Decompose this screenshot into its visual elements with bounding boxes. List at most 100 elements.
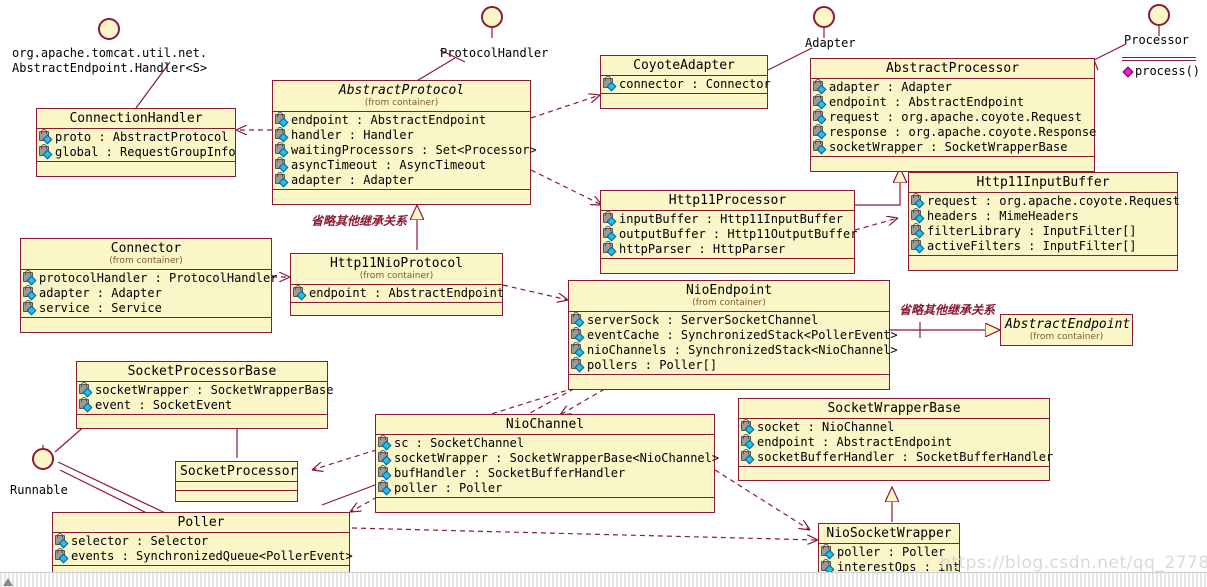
class-attributes: selector : Selector events : Synchronize… bbox=[53, 533, 353, 566]
class-attributes: endpoint : AbstractEndpoint bbox=[291, 285, 504, 303]
attribute-row: socket : NioChannel bbox=[741, 419, 1047, 435]
attribute-label: waitingProcessors : Set<Processor> bbox=[291, 143, 537, 157]
class-name: Http11NioProtocol bbox=[329, 256, 464, 271]
class-operations bbox=[601, 94, 767, 108]
class-operations bbox=[811, 157, 1094, 171]
interface-lollipop-runnable[interactable] bbox=[32, 448, 54, 470]
attribute-row: adapter : Adapter bbox=[275, 172, 528, 188]
class-box-connector[interactable]: Connector (from container) protocolHandl… bbox=[20, 238, 277, 333]
attribute-row: pollers : Poller[] bbox=[571, 357, 887, 373]
class-box-socket-processor-base[interactable]: SocketProcessorBase socketWrapper : Sock… bbox=[76, 361, 333, 429]
interface-label-adapter: Adapter bbox=[805, 36, 856, 50]
attribute-row: event : SocketEvent bbox=[79, 397, 325, 413]
bottom-scrollbar[interactable] bbox=[0, 572, 1207, 587]
private-attribute-icon bbox=[813, 94, 828, 110]
class-box-nio-socket-wrapper[interactable]: NioSocketWrapper poller : Poller interes… bbox=[818, 523, 960, 578]
private-attribute-icon bbox=[813, 109, 828, 125]
class-name: NioSocketWrapper bbox=[826, 526, 952, 541]
class-box-http11-input-buffer[interactable]: Http11InputBuffer request : org.apache.c… bbox=[908, 172, 1180, 271]
private-attribute-icon bbox=[911, 223, 926, 239]
attribute-row: endpoint : AbstractEndpoint bbox=[813, 94, 1092, 110]
attribute-label: endpoint : AbstractEndpoint bbox=[829, 95, 1025, 109]
class-attributes bbox=[176, 482, 297, 491]
attribute-row: serverSock : ServerSocketChannel bbox=[571, 312, 887, 328]
class-box-nio-channel[interactable]: NioChannel sc : SocketChannel socketWrap… bbox=[375, 414, 719, 513]
private-attribute-icon bbox=[603, 241, 618, 257]
private-attribute-icon bbox=[293, 285, 308, 301]
attribute-row: endpoint : AbstractEndpoint bbox=[293, 285, 504, 301]
interface-lollipop-handler[interactable] bbox=[98, 18, 120, 40]
private-attribute-icon bbox=[39, 144, 54, 160]
attribute-label: eventCache : SynchronizedStack<PollerEve… bbox=[587, 328, 898, 342]
attribute-label: poller : Poller bbox=[837, 545, 946, 559]
attribute-row: nioChannels : SynchronizedStack<NioChann… bbox=[571, 342, 898, 358]
attribute-row: waitingProcessors : Set<Processor> bbox=[275, 142, 537, 158]
class-box-nio-endpoint[interactable]: NioEndpoint (from container) serverSock … bbox=[568, 280, 898, 390]
attribute-row: headers : MimeHeaders bbox=[911, 208, 1175, 224]
class-header: Poller bbox=[53, 513, 349, 533]
class-box-poller[interactable]: Poller selector : Selector events : Sync… bbox=[52, 512, 353, 579]
class-box-coyote-adapter[interactable]: CoyoteAdapter connector : Connector bbox=[600, 55, 771, 109]
class-name: NioEndpoint bbox=[685, 283, 773, 298]
attribute-row: inputBuffer : Http11InputBuffer bbox=[603, 211, 852, 227]
scroll-down-arrow-icon[interactable] bbox=[3, 578, 13, 586]
attribute-label: nioChannels : SynchronizedStack<NioChann… bbox=[587, 343, 898, 357]
attribute-label: adapter : Adapter bbox=[39, 286, 162, 300]
class-name: AbstractProcessor bbox=[885, 61, 1020, 76]
attribute-label: inputBuffer : Http11InputBuffer bbox=[619, 212, 843, 226]
attribute-label: global : RequestGroupInfo bbox=[55, 145, 236, 159]
class-box-http11-nio-protocol[interactable]: Http11NioProtocol (from container) endpo… bbox=[290, 253, 504, 316]
attribute-row: sc : SocketChannel bbox=[378, 435, 712, 451]
class-box-abstract-endpoint[interactable]: AbstractEndpoint (from container) bbox=[1000, 314, 1133, 346]
class-header: AbstractProcessor bbox=[811, 59, 1094, 79]
interface-label-protocolhandler: ProtocolHandler bbox=[440, 46, 549, 60]
private-attribute-icon bbox=[275, 172, 290, 188]
class-box-abstract-protocol[interactable]: AbstractProtocol (from container) endpoi… bbox=[272, 80, 537, 205]
class-header: Connector (from container) bbox=[21, 239, 271, 270]
class-header: NioEndpoint (from container) bbox=[569, 281, 889, 312]
attribute-label: endpoint : AbstractEndpoint bbox=[757, 435, 953, 449]
attribute-label: adapter : Adapter bbox=[829, 80, 952, 94]
class-operations bbox=[569, 375, 889, 389]
class-box-abstract-processor[interactable]: AbstractProcessor adapter : Adapter endp… bbox=[810, 58, 1096, 172]
class-header: SocketProcessor bbox=[176, 462, 297, 482]
attribute-row: proto : AbstractProtocol bbox=[39, 129, 233, 145]
private-attribute-icon bbox=[23, 300, 38, 316]
attribute-row: selector : Selector bbox=[55, 533, 347, 549]
class-operations bbox=[291, 303, 502, 315]
class-name: Connector bbox=[110, 241, 182, 256]
private-attribute-icon bbox=[603, 211, 618, 227]
class-attributes: endpoint : AbstractEndpoint handler : Ha… bbox=[273, 112, 537, 190]
attribute-row: poller : Poller bbox=[378, 480, 712, 496]
private-attribute-icon bbox=[378, 480, 393, 496]
attribute-label: socketWrapper : SocketWrapperBase bbox=[95, 383, 334, 397]
private-attribute-icon bbox=[378, 435, 393, 451]
attribute-label: httpParser : HttpParser bbox=[619, 242, 786, 256]
interface-lollipop-protocolhandler[interactable] bbox=[481, 6, 503, 28]
class-name: AbstractProtocol bbox=[338, 83, 465, 98]
attribute-row: filterLibrary : InputFilter[] bbox=[911, 223, 1175, 239]
class-name: ConnectionHandler bbox=[69, 111, 203, 126]
attribute-label: request : org.apache.coyote.Request bbox=[829, 110, 1082, 124]
attribute-label: proto : AbstractProtocol bbox=[55, 130, 229, 144]
class-box-socket-wrapper-base[interactable]: SocketWrapperBase socket : NioChannel en… bbox=[738, 398, 1053, 481]
attribute-label: filterLibrary : InputFilter[] bbox=[927, 224, 1137, 238]
class-name: SocketWrapperBase bbox=[827, 401, 961, 416]
private-attribute-icon bbox=[813, 139, 828, 155]
interface-lollipop-adapter[interactable] bbox=[813, 6, 835, 28]
class-box-socket-processor[interactable]: SocketProcessor bbox=[175, 461, 298, 502]
attribute-row: outputBuffer : Http11OutputBuffer bbox=[603, 226, 857, 242]
class-box-connection-handler[interactable]: ConnectionHandler proto : AbstractProtoc… bbox=[36, 108, 236, 177]
attribute-label: connector : Connector bbox=[619, 77, 771, 91]
attribute-row: request : org.apache.coyote.Request bbox=[813, 109, 1092, 125]
interface-processor-operations: process() bbox=[1122, 64, 1207, 79]
class-operations bbox=[601, 259, 854, 273]
class-attributes: inputBuffer : Http11InputBuffer outputBu… bbox=[601, 211, 857, 259]
attribute-label: events : SynchronizedQueue<PollerEvent> bbox=[71, 549, 353, 563]
interface-lollipop-processor[interactable] bbox=[1148, 4, 1170, 26]
attribute-label: serverSock : ServerSocketChannel bbox=[587, 313, 819, 327]
class-header: AbstractEndpoint (from container) bbox=[1001, 315, 1132, 345]
public-operation-icon bbox=[1122, 65, 1135, 78]
class-box-http11-processor[interactable]: Http11Processor inputBuffer : Http11Inpu… bbox=[600, 190, 857, 274]
class-attributes: serverSock : ServerSocketChannel eventCa… bbox=[569, 312, 898, 375]
